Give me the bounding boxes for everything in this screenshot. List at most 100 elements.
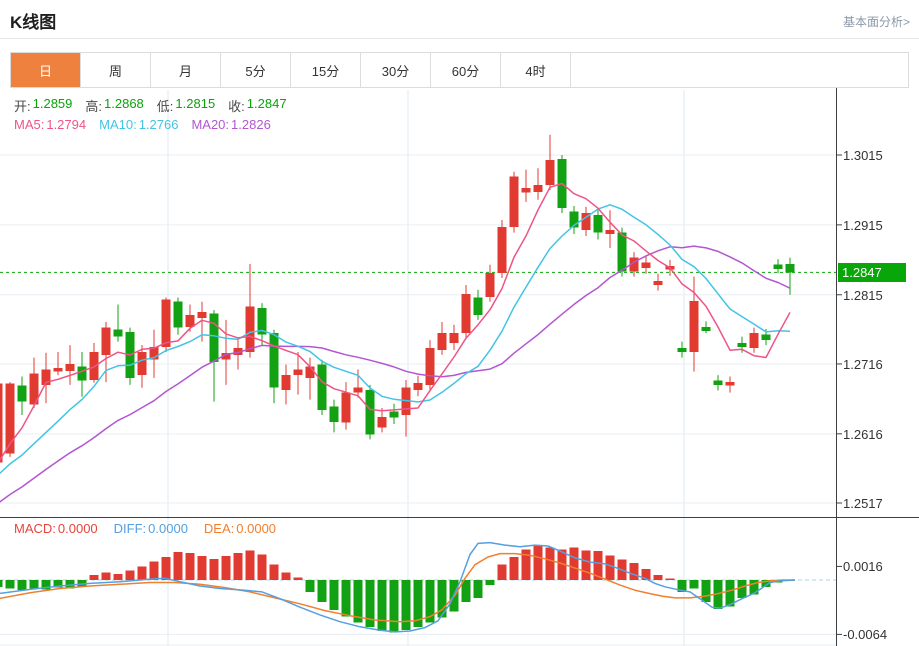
macd-bar bbox=[30, 580, 39, 589]
macd-bar bbox=[270, 565, 279, 580]
macd-bar bbox=[222, 556, 231, 580]
candle-body bbox=[546, 160, 555, 185]
candle-body bbox=[18, 386, 27, 402]
macd-bar bbox=[738, 580, 747, 598]
macd-bar bbox=[702, 580, 711, 602]
candle-body bbox=[102, 328, 111, 355]
macd-bar bbox=[246, 550, 255, 580]
macd-bar bbox=[690, 580, 699, 589]
ma10-label: MA10: bbox=[99, 117, 137, 132]
macd-bar bbox=[138, 566, 147, 580]
macd-bar bbox=[294, 577, 303, 580]
macd-bar bbox=[630, 563, 639, 580]
candle-body bbox=[186, 315, 195, 327]
kline-page: K线图 基本面分析> 日 周 月 5分 15分 30分 60分 4时 开:1.2… bbox=[0, 0, 919, 646]
macd-bar bbox=[0, 580, 3, 587]
ma5-label: MA5: bbox=[14, 117, 44, 132]
dea-value: 0.0000 bbox=[236, 521, 276, 536]
macd-bar bbox=[318, 580, 327, 602]
open-value: 1.2859 bbox=[33, 96, 73, 115]
macd-bar bbox=[102, 572, 111, 580]
macd-bar bbox=[210, 559, 219, 580]
candle-body bbox=[654, 281, 663, 285]
ma20-value: 1.2826 bbox=[231, 117, 271, 132]
macd-bar bbox=[342, 580, 351, 617]
macd-bar bbox=[162, 557, 171, 580]
macd-bar bbox=[570, 548, 579, 580]
macd-bar bbox=[534, 545, 543, 580]
candle-body bbox=[342, 393, 351, 423]
macd-bar bbox=[282, 572, 291, 580]
ma20-line bbox=[0, 246, 790, 503]
candle-body bbox=[522, 188, 531, 193]
candle-body bbox=[510, 177, 519, 227]
macd-bar bbox=[126, 571, 135, 580]
candle-body bbox=[486, 273, 495, 297]
ma10-value: 1.2766 bbox=[139, 117, 179, 132]
macd-tick-0.0016: 0.0016 bbox=[843, 559, 883, 574]
macd-bar bbox=[330, 580, 339, 610]
high-value: 1.2868 bbox=[104, 96, 144, 115]
macd-bar bbox=[234, 553, 243, 580]
macd-bar bbox=[582, 550, 591, 580]
candle-body bbox=[138, 352, 147, 375]
candle-body bbox=[606, 230, 615, 234]
price-tick-1.2616: 1.2616 bbox=[843, 427, 883, 442]
candle-body bbox=[246, 307, 255, 352]
candle-body bbox=[294, 370, 303, 376]
candle-body bbox=[786, 264, 795, 272]
macd-bar bbox=[606, 555, 615, 580]
macd-bar bbox=[498, 565, 507, 580]
candle-body bbox=[174, 302, 183, 328]
candle-body bbox=[414, 383, 423, 390]
candle-body bbox=[366, 390, 375, 435]
low-label: 低: bbox=[157, 96, 174, 115]
candle-body bbox=[702, 327, 711, 331]
candle-body bbox=[774, 265, 783, 269]
candle-body bbox=[198, 312, 207, 318]
ma5-value: 1.2794 bbox=[46, 117, 86, 132]
candle-body bbox=[474, 298, 483, 315]
candle-body bbox=[690, 301, 699, 352]
ma-row: MA5:1.2794 MA10:1.2766 MA20:1.2826 bbox=[14, 117, 271, 132]
diff-value: 0.0000 bbox=[148, 521, 188, 536]
candle-body bbox=[618, 233, 627, 272]
candle-body bbox=[726, 382, 735, 385]
candle-body bbox=[642, 263, 651, 269]
candle-body bbox=[54, 368, 63, 371]
dea-label: DEA: bbox=[204, 521, 234, 536]
candle-body bbox=[750, 333, 759, 348]
candle-body bbox=[318, 365, 327, 410]
candle-body bbox=[714, 381, 723, 385]
macd-bar bbox=[306, 580, 315, 592]
candle-body bbox=[354, 388, 363, 393]
macd-bar bbox=[258, 555, 267, 581]
candle-body bbox=[438, 333, 447, 350]
candle-body bbox=[0, 384, 3, 463]
last-price-tag: 1.2847 bbox=[838, 263, 906, 282]
macd-value: 0.0000 bbox=[58, 521, 98, 536]
candle-body bbox=[498, 227, 507, 273]
price-tick-1.2815: 1.2815 bbox=[843, 288, 883, 303]
candle-body bbox=[762, 335, 771, 341]
candle-body bbox=[678, 348, 687, 352]
candle-body bbox=[210, 314, 219, 362]
macd-bar bbox=[486, 580, 495, 585]
macd-bar bbox=[378, 580, 387, 631]
price-tick-1.3015: 1.3015 bbox=[843, 148, 883, 163]
macd-bar bbox=[546, 548, 555, 580]
macd-bar bbox=[174, 552, 183, 580]
candle-body bbox=[162, 300, 171, 348]
candle-body bbox=[378, 417, 387, 427]
macd-bar bbox=[114, 574, 123, 580]
candle-body bbox=[78, 367, 87, 381]
candle-body bbox=[270, 333, 279, 388]
macd-bar bbox=[402, 580, 411, 630]
candle-body bbox=[594, 215, 603, 232]
macd-bar bbox=[18, 580, 27, 590]
candle-body bbox=[462, 294, 471, 333]
candle-body bbox=[282, 375, 291, 390]
macd-bar bbox=[150, 561, 159, 580]
macd-label: MACD: bbox=[14, 521, 56, 536]
ma20-label: MA20: bbox=[191, 117, 229, 132]
